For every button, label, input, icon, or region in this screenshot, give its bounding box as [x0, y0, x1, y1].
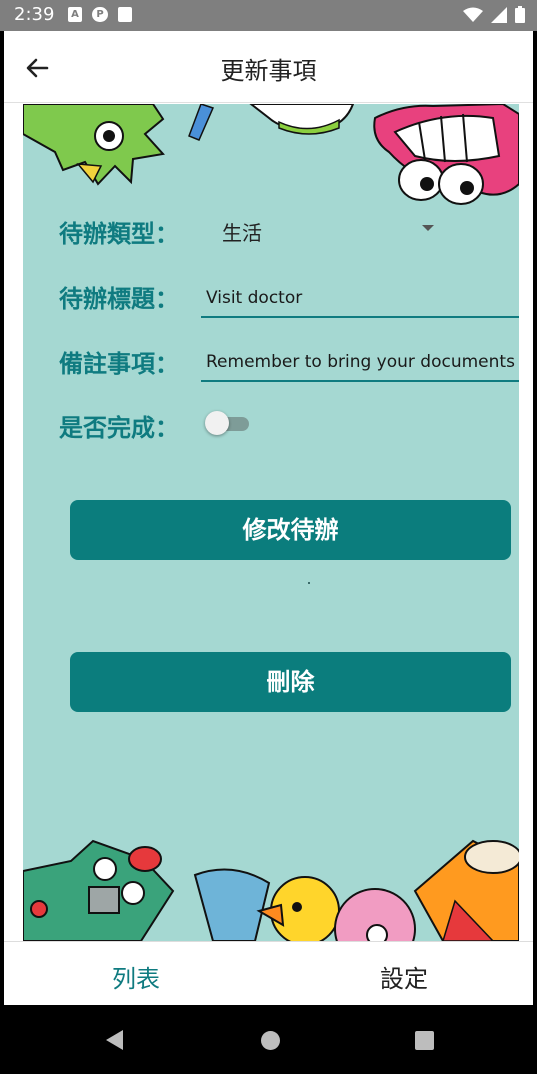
todo-title-value: Visit doctor	[206, 288, 303, 308]
todo-note-value: Remember to bring your documents	[206, 352, 515, 372]
nav-item-settings[interactable]: 設定	[380, 959, 428, 994]
sd-card-icon	[118, 7, 132, 22]
app-bar: 更新事項	[4, 31, 533, 103]
bottom-navigation: 列表 設定	[4, 941, 533, 1005]
cartoon-toys-bottom-illustration	[23, 839, 519, 941]
form-background: 待辦類型： 生活 待辦標題： Visit doctor 備註事項： Rememb…	[23, 104, 519, 941]
status-notification-icons: A P	[68, 7, 132, 22]
status-system-icons	[463, 6, 525, 23]
todo-type-dropdown[interactable]: 生活	[201, 208, 441, 252]
switch-thumb	[205, 411, 229, 435]
status-bar: 2:39 A P	[0, 0, 537, 31]
todo-type-value: 生活	[222, 221, 262, 245]
todo-title-input[interactable]: Visit doctor	[201, 278, 519, 318]
nav-item-list[interactable]: 列表	[112, 959, 160, 994]
cartoon-monsters-top-illustration	[23, 104, 519, 205]
content-area: 待辦類型： 生活 待辦標題： Visit doctor 備註事項： Rememb…	[4, 104, 533, 941]
status-time: 2:39	[14, 4, 55, 25]
system-recents-icon[interactable]	[415, 1031, 434, 1050]
system-home-icon[interactable]	[261, 1031, 280, 1050]
todo-type-label: 待辦類型：	[59, 220, 179, 248]
todo-note-input[interactable]: Remember to bring your documents	[201, 342, 519, 382]
page-title: 更新事項	[220, 57, 317, 85]
phone-screen: 2:39 A P 更新事項 待辦類型： 生活 待辦標題： Visit docto…	[0, 0, 537, 1074]
wifi-icon	[463, 7, 483, 22]
battery-icon	[515, 6, 525, 23]
screen-edge-right	[533, 31, 537, 1005]
signal-icon	[491, 6, 507, 23]
loading-dot	[308, 582, 310, 584]
delete-button[interactable]: 刪除	[70, 652, 511, 712]
system-back-icon[interactable]	[106, 1030, 123, 1050]
update-todo-button[interactable]: 修改待辦	[70, 500, 511, 560]
todo-done-label: 是否完成：	[59, 414, 179, 442]
dropdown-arrow-icon	[422, 225, 434, 231]
system-navigation-bar	[0, 1005, 537, 1074]
todo-done-switch[interactable]	[205, 409, 251, 437]
p-icon: P	[92, 7, 108, 22]
a-icon: A	[68, 7, 82, 22]
todo-note-label: 備註事項：	[59, 350, 179, 378]
todo-title-label: 待辦標題：	[59, 285, 179, 313]
